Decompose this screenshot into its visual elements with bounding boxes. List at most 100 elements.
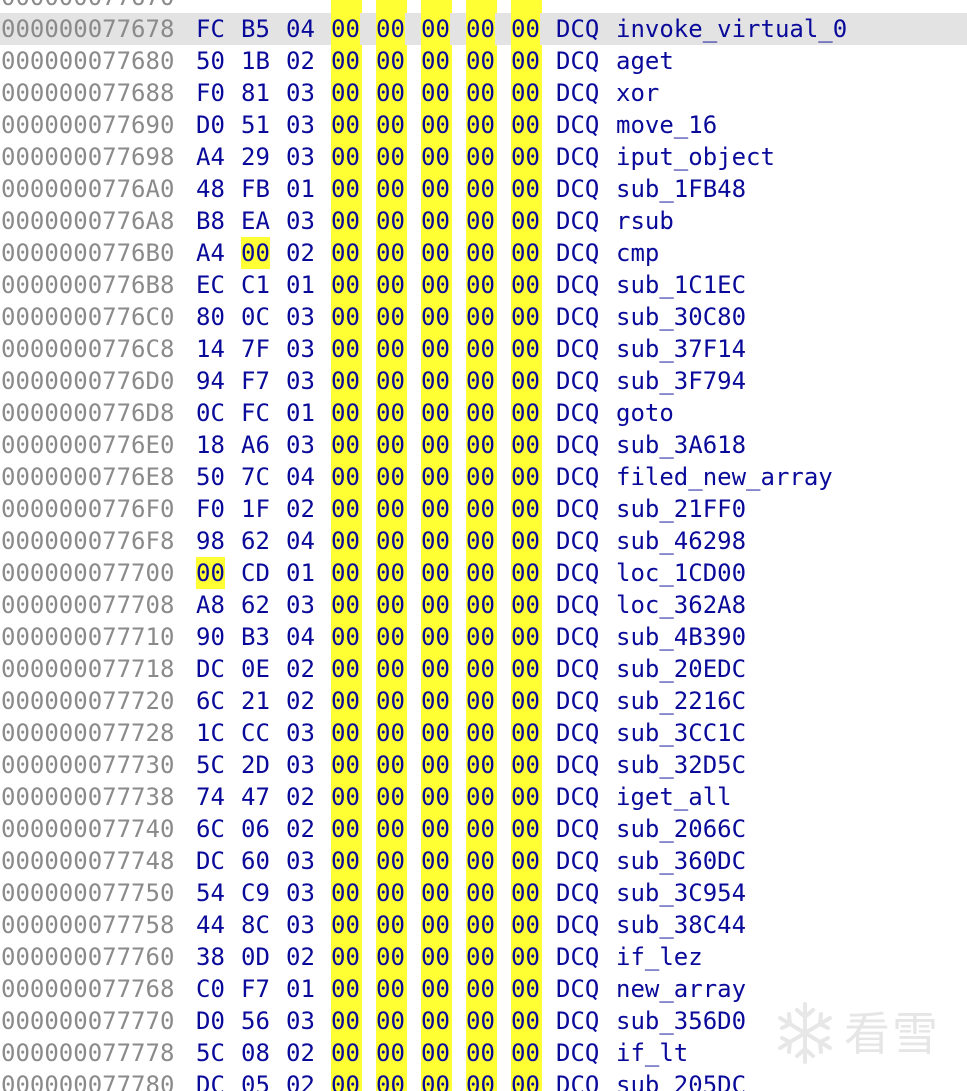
byte-5[interactable]: 00 [421,461,450,493]
byte-0[interactable]: 6C [196,685,225,717]
listing-row[interactable]: 000000077740 6C 06 02 00 00 00 00 00 DCQ sub_2066C [0,813,967,845]
byte-1[interactable]: F7 [241,973,270,1005]
byte-7[interactable]: 00 [511,173,540,205]
byte-5[interactable]: 00 [421,717,450,749]
byte-0[interactable]: 48 [196,173,225,205]
symbol-link[interactable]: sub_37F14 [616,333,746,365]
byte-2[interactable]: 03 [286,749,315,781]
byte-0[interactable]: 14 [196,333,225,365]
byte-0[interactable]: DC [196,1069,225,1091]
symbol-link[interactable]: sub_356D0 [616,1005,746,1037]
listing-row[interactable]: 000000077718 DC 0E 02 00 00 00 00 00 DCQ sub_20EDC [0,653,967,685]
byte-0[interactable]: 50 [196,461,225,493]
symbol-link[interactable]: goto [616,397,674,429]
byte-5[interactable]: 00 [421,397,450,429]
byte-6[interactable]: 00 [466,237,495,269]
byte-1[interactable]: EA [241,205,270,237]
byte-3[interactable]: 00 [331,557,360,589]
byte-3[interactable]: 00 [331,941,360,973]
byte-2[interactable]: 02 [286,1069,315,1091]
byte-6[interactable]: 00 [466,557,495,589]
byte-1[interactable]: 7F [241,333,270,365]
row-address[interactable]: 000000077700 [1,557,174,589]
byte-4[interactable]: 00 [376,1069,405,1091]
byte-2[interactable]: 04 [286,525,315,557]
byte-1[interactable]: 21 [241,685,270,717]
symbol-link[interactable]: if_lt [616,1037,688,1069]
byte-6[interactable]: 00 [466,45,495,77]
byte-4[interactable]: 00 [376,685,405,717]
byte-1[interactable]: 7C [241,461,270,493]
byte-7[interactable]: 00 [511,1005,540,1037]
symbol-link[interactable]: if_lez [616,941,703,973]
byte-0[interactable]: A8 [196,589,225,621]
byte-7[interactable]: 00 [511,973,540,1005]
byte-4[interactable]: 00 [376,141,405,173]
byte-7[interactable]: 00 [511,717,540,749]
byte-5[interactable]: 00 [421,557,450,589]
row-address[interactable]: 000000077678 [1,13,174,45]
byte-3[interactable]: 00 [331,813,360,845]
row-address[interactable]: 000000077770 [1,1005,174,1037]
symbol-link[interactable]: sub_3F794 [616,365,746,397]
byte-2[interactable]: 02 [286,493,315,525]
byte-1[interactable]: 00 [241,237,270,269]
listing-row[interactable]: 0000000776C8 14 7F 03 00 00 00 00 00 DCQ sub_37F14 [0,333,967,365]
byte-7[interactable]: 00 [511,525,540,557]
byte-4[interactable]: 00 [376,269,405,301]
listing-row[interactable]: 000000077748 DC 60 03 00 00 00 00 00 DCQ sub_360DC [0,845,967,877]
row-address[interactable]: 0000000776A8 [1,205,174,237]
symbol-link[interactable]: loc_362A8 [616,589,746,621]
byte-7[interactable]: 00 [511,461,540,493]
byte-3[interactable]: 00 [331,589,360,621]
row-address[interactable]: 000000077708 [1,589,174,621]
byte-1[interactable]: 60 [241,845,270,877]
byte-1[interactable]: 0E [241,653,270,685]
byte-1[interactable]: 62 [241,589,270,621]
byte-2[interactable]: 03 [286,589,315,621]
byte-3[interactable]: 00 [331,397,360,429]
byte-6[interactable]: 00 [466,429,495,461]
byte-1[interactable]: FB [241,173,270,205]
byte-3[interactable]: 00 [331,877,360,909]
byte-7[interactable]: 00 [511,1069,540,1091]
byte-0[interactable]: 5C [196,749,225,781]
byte-0[interactable]: 44 [196,909,225,941]
listing-row[interactable]: 0000000776A0 48 FB 01 00 00 00 00 00 DCQ sub_1FB48 [0,173,967,205]
symbol-link[interactable]: sub_2066C [616,813,746,845]
symbol-link[interactable]: new_array [616,973,746,1005]
byte-1[interactable]: 51 [241,109,270,141]
byte-6[interactable]: 00 [466,845,495,877]
row-address[interactable]: 000000077750 [1,877,174,909]
row-address[interactable]: 000000077670 [1,0,174,13]
byte-3[interactable]: 00 [331,653,360,685]
symbol-link[interactable]: sub_32D5C [616,749,746,781]
byte-5[interactable]: 00 [421,1005,450,1037]
byte-2[interactable]: 01 [286,973,315,1005]
row-address[interactable]: 000000077710 [1,621,174,653]
byte-5[interactable]: 00 [421,173,450,205]
byte-3[interactable]: 00 [331,141,360,173]
byte-3[interactable]: 00 [331,685,360,717]
symbol-link[interactable]: sub_3CC1C [616,717,746,749]
byte-6[interactable]: 00 [466,77,495,109]
listing-row[interactable]: 000000077760 38 0D 02 00 00 00 00 00 DCQ if_lez [0,941,967,973]
byte-6[interactable]: 00 [466,653,495,685]
byte-2[interactable]: 03 [286,1005,315,1037]
listing-row[interactable]: 000000077688 F0 81 03 00 00 00 00 00 DCQ xor [0,77,967,109]
byte-2[interactable]: 02 [286,813,315,845]
byte-4[interactable]: 00 [376,493,405,525]
byte-5[interactable]: 00 [421,781,450,813]
symbol-link[interactable]: iget_all [616,781,732,813]
byte-5[interactable]: 00 [421,109,450,141]
row-address[interactable]: 0000000776E0 [1,429,174,461]
byte-7[interactable]: 00 [511,621,540,653]
byte-5[interactable]: 00 [421,333,450,365]
byte-2[interactable]: 02 [286,653,315,685]
byte-6[interactable]: 00 [466,493,495,525]
byte-2[interactable]: 02 [286,237,315,269]
byte-2[interactable]: 03 [286,109,315,141]
row-address[interactable]: 0000000776F0 [1,493,174,525]
byte-6[interactable]: 00 [466,909,495,941]
listing-row[interactable]: 000000077678 FC B5 04 00 00 00 00 00 DCQ invoke_vi… [0,13,967,45]
